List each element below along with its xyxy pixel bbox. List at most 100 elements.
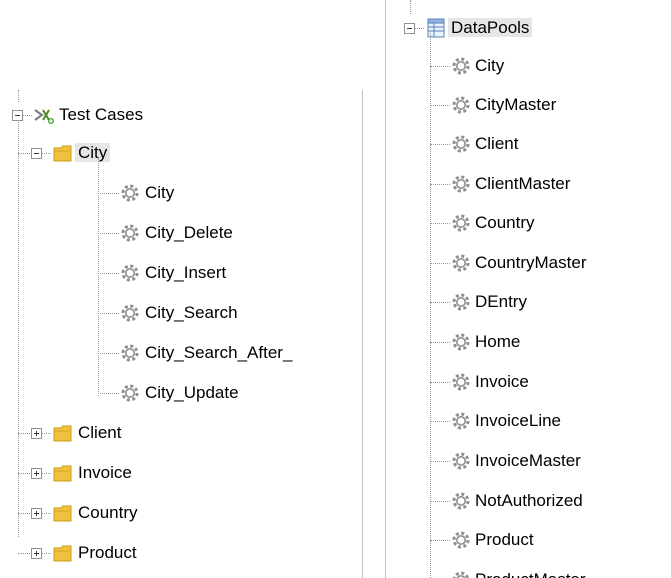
gear-icon — [119, 262, 141, 284]
tree-node-datapool[interactable]: City — [472, 53, 507, 79]
test-cases-icon — [33, 104, 55, 126]
tree-node-label: Home — [475, 332, 521, 351]
gear-icon — [450, 252, 472, 274]
tree-node-label: City_Insert — [145, 263, 227, 282]
invoice-folder-expand-toggle[interactable] — [31, 468, 42, 479]
gear-icon — [450, 529, 472, 551]
tree-line — [415, 28, 424, 29]
tree-node-test-case[interactable]: City_Delete — [142, 220, 236, 246]
datapools-collapse-toggle[interactable] — [404, 23, 415, 34]
gear-icon — [450, 212, 472, 234]
gear-icon — [450, 410, 472, 432]
tree-node-label: City_Search_After_ — [145, 343, 293, 362]
datapools-tree-panel: DataPools City CityMaster Client ClientM… — [385, 0, 671, 578]
city-folder-collapse-toggle[interactable] — [31, 148, 42, 159]
tree-node-test-case[interactable]: City_Insert — [142, 260, 229, 286]
gear-icon — [119, 222, 141, 244]
tree-line — [23, 115, 32, 116]
tree-node-datapools[interactable]: DataPools — [448, 15, 533, 41]
gear-icon — [450, 331, 472, 353]
tree-line — [430, 66, 450, 67]
tree-line — [18, 120, 19, 537]
gear-icon — [450, 94, 472, 116]
tree-node-label: CountryMaster — [475, 253, 587, 272]
tree-node-label: City_Update — [145, 383, 239, 402]
tree-line — [430, 461, 450, 462]
tree-node-label: Invoice — [78, 463, 132, 482]
tree-node-label: InvoiceLine — [475, 411, 562, 430]
gear-icon — [119, 382, 141, 404]
gear-icon — [450, 291, 472, 313]
tree-node-country-folder[interactable]: Country — [75, 500, 141, 526]
tree-node-invoice-folder[interactable]: Invoice — [75, 460, 135, 486]
tree-node-label: Product — [78, 543, 137, 562]
tree-node-city-folder[interactable]: City — [75, 140, 111, 166]
tree-node-test-case[interactable]: City_Search_After_ — [142, 340, 295, 366]
tree-node-label: City_Delete — [145, 223, 233, 242]
tree-node-product-folder[interactable]: Product — [75, 540, 140, 566]
tree-node-datapool[interactable]: InvoiceLine — [472, 408, 564, 434]
tree-node-test-case[interactable]: City — [142, 180, 177, 206]
tree-node-label: DataPools — [448, 18, 533, 37]
tree-line — [98, 313, 119, 314]
client-folder-expand-toggle[interactable] — [31, 428, 42, 439]
tree-node-label: Client — [78, 423, 122, 442]
tree-node-datapool[interactable]: Invoice — [472, 369, 532, 395]
tree-node-label: ProductMaster — [472, 570, 589, 578]
tree-line — [18, 473, 32, 474]
tree-node-client-folder[interactable]: Client — [75, 420, 124, 446]
gear-icon — [450, 569, 472, 578]
tree-node-datapool[interactable]: Home — [472, 329, 523, 355]
tree-node-label: City — [475, 56, 505, 75]
tree-node-datapool[interactable]: CountryMaster — [472, 250, 589, 276]
tree-node-datapool[interactable]: Country — [472, 210, 538, 236]
test-cases-tree-panel: Test Cases City City City_Delete City_In… — [0, 90, 363, 578]
tree-node-datapool[interactable]: InvoiceMaster — [472, 448, 584, 474]
tree-node-datapool[interactable]: DEntry — [472, 289, 530, 315]
gear-icon — [119, 302, 141, 324]
tree-line — [18, 513, 32, 514]
folder-icon — [52, 142, 74, 164]
tree-line — [42, 553, 51, 554]
tree-node-label: City — [75, 143, 111, 162]
tree-node-datapool[interactable]: CityMaster — [472, 92, 559, 118]
tree-node-datapool[interactable]: Product — [472, 527, 537, 553]
tree-line — [18, 433, 32, 434]
gear-icon — [450, 173, 472, 195]
tree-node-datapool[interactable]: NotAuthorized — [472, 488, 586, 514]
tree-line — [98, 273, 119, 274]
tree-line — [42, 433, 51, 434]
tree-node-test-case[interactable]: City_Update — [142, 380, 242, 406]
tree-node-datapool[interactable]: ClientMaster — [472, 171, 573, 197]
folder-icon — [52, 502, 74, 524]
tree-line — [430, 263, 450, 264]
tree-line — [430, 421, 450, 422]
tree-line — [42, 153, 51, 154]
country-folder-expand-toggle[interactable] — [31, 508, 42, 519]
tree-node-label: City_Search — [145, 303, 238, 322]
folder-icon — [52, 422, 74, 444]
tree-line — [18, 90, 19, 102]
gear-icon — [119, 342, 141, 364]
tree-line — [430, 105, 450, 106]
tree-node-label: DEntry — [475, 292, 527, 311]
tree-line — [42, 513, 51, 514]
tree-node-label: CityMaster — [475, 95, 557, 114]
gear-icon — [119, 182, 141, 204]
tree-line — [18, 153, 32, 154]
tree-node-label: ClientMaster — [475, 174, 571, 193]
tree-node-label: Country — [78, 503, 138, 522]
tree-line — [98, 393, 119, 394]
gear-icon — [450, 371, 472, 393]
tree-node-test-case[interactable]: City_Search — [142, 300, 241, 326]
tree-node-test-cases[interactable]: Test Cases — [56, 102, 146, 128]
tree-line — [430, 342, 450, 343]
tree-node-label: Product — [475, 530, 534, 549]
product-folder-expand-toggle[interactable] — [31, 548, 42, 559]
tree-line — [430, 540, 450, 541]
tree-node-datapool[interactable]: Client — [472, 131, 521, 157]
tree-node-label: City — [145, 183, 175, 202]
gear-icon — [450, 133, 472, 155]
tree-node-datapool[interactable]: ProductMaster — [472, 567, 589, 578]
tree-line — [18, 553, 32, 554]
